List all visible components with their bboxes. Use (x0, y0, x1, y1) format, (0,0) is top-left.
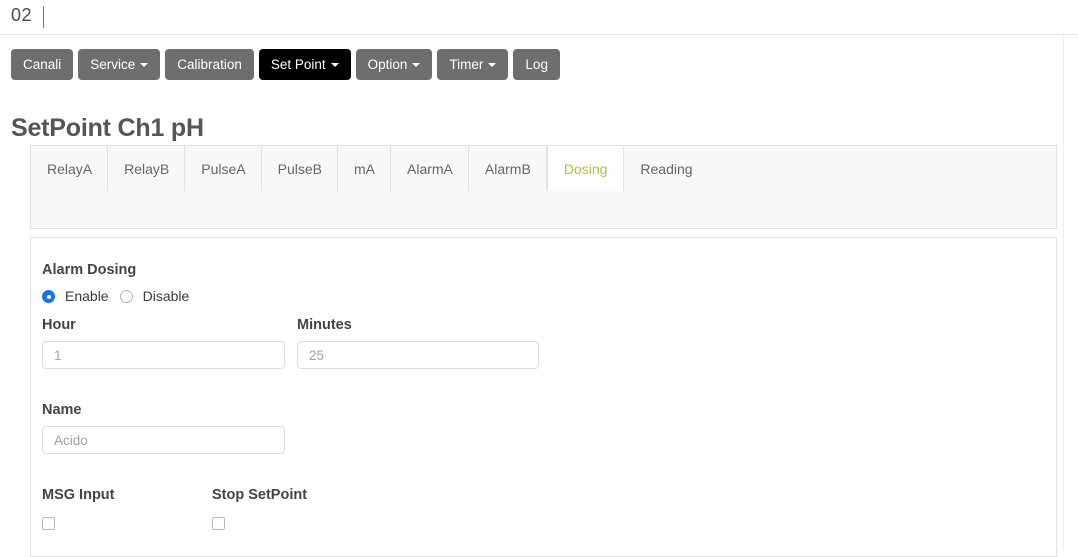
hour-input[interactable] (42, 341, 285, 369)
tab-dosing[interactable]: Dosing (546, 146, 625, 191)
tab-label: PulseA (201, 160, 246, 177)
tab-label: RelayA (47, 160, 93, 177)
chevron-down-icon (140, 63, 149, 67)
minutes-label: Minutes (297, 317, 352, 333)
chevron-down-icon (488, 63, 497, 67)
nav-button-label: Canali (23, 56, 62, 72)
tab-alarmb[interactable]: AlarmB (469, 146, 547, 191)
tab-alarma[interactable]: AlarmA (391, 146, 469, 191)
alarm-dosing-title: Alarm Dosing (42, 262, 137, 278)
chevron-down-icon (412, 63, 421, 67)
nav-button-option[interactable]: Option (355, 49, 433, 80)
nav-button-label: Option (367, 56, 408, 72)
name-input[interactable] (42, 426, 285, 454)
nav-button-label: Set Point (270, 56, 326, 72)
chevron-down-icon (330, 63, 339, 67)
tab-label: AlarmB (484, 160, 531, 177)
nav-button-set-point[interactable]: Set Point (258, 49, 351, 80)
nav-button-label: Service (90, 56, 136, 72)
page-title: SetPoint Ch1 pH (11, 113, 204, 142)
nav-button-service[interactable]: Service (78, 49, 161, 80)
tab-pulseb[interactable]: PulseB (262, 146, 339, 191)
tab-label: mA (354, 160, 375, 177)
msg-input-label: MSG Input (42, 487, 115, 503)
tab-label: AlarmA (407, 160, 453, 177)
alarm-dosing-radio-group: Enable Disable (42, 288, 189, 304)
right-gutter-rule (1063, 35, 1064, 549)
tab-strip: RelayA RelayB PulseA PulseB mA AlarmA Al… (31, 146, 709, 191)
tab-reading[interactable]: Reading (624, 146, 708, 191)
name-label: Name (42, 402, 82, 418)
stop-setpoint-checkbox[interactable] (212, 517, 225, 530)
tab-ma[interactable]: mA (338, 146, 391, 191)
radio-enable-label[interactable]: Enable (65, 288, 109, 304)
radio-disable[interactable] (119, 290, 133, 303)
tab-label: Dosing (563, 160, 608, 177)
top-bar-text: 02 (11, 5, 33, 25)
main-navigation: Canali Service Calibration Set Point Opt… (11, 49, 560, 80)
nav-button-canali[interactable]: Canali (11, 49, 74, 80)
nav-button-label: Timer (449, 56, 484, 72)
tab-label: RelayB (124, 160, 170, 177)
nav-button-calibration[interactable]: Calibration (165, 49, 254, 80)
msg-input-checkbox[interactable] (42, 517, 55, 530)
top-bar: 02 (0, 0, 1078, 35)
nav-button-timer[interactable]: Timer (437, 49, 509, 80)
nav-button-label: Calibration (177, 56, 242, 72)
tab-relayb[interactable]: RelayB (108, 146, 186, 191)
radio-enable[interactable] (42, 289, 55, 303)
radio-disable-label[interactable]: Disable (143, 288, 190, 304)
minutes-input[interactable] (297, 341, 539, 369)
tab-label: PulseB (277, 160, 322, 177)
stop-setpoint-label: Stop SetPoint (212, 487, 308, 503)
dosing-form-panel: Alarm Dosing Enable Disable Hour Minutes… (30, 237, 1057, 557)
setpoint-tab-panel: RelayA RelayB PulseA PulseB mA AlarmA Al… (30, 145, 1057, 229)
tab-pulsea[interactable]: PulseA (185, 146, 263, 191)
tab-label: Reading (640, 160, 693, 177)
hour-label: Hour (42, 317, 76, 333)
tab-relaya[interactable]: RelayA (31, 146, 109, 191)
nav-button-log[interactable]: Log (513, 49, 560, 80)
text-cursor (43, 6, 44, 28)
nav-button-label: Log (525, 56, 548, 72)
